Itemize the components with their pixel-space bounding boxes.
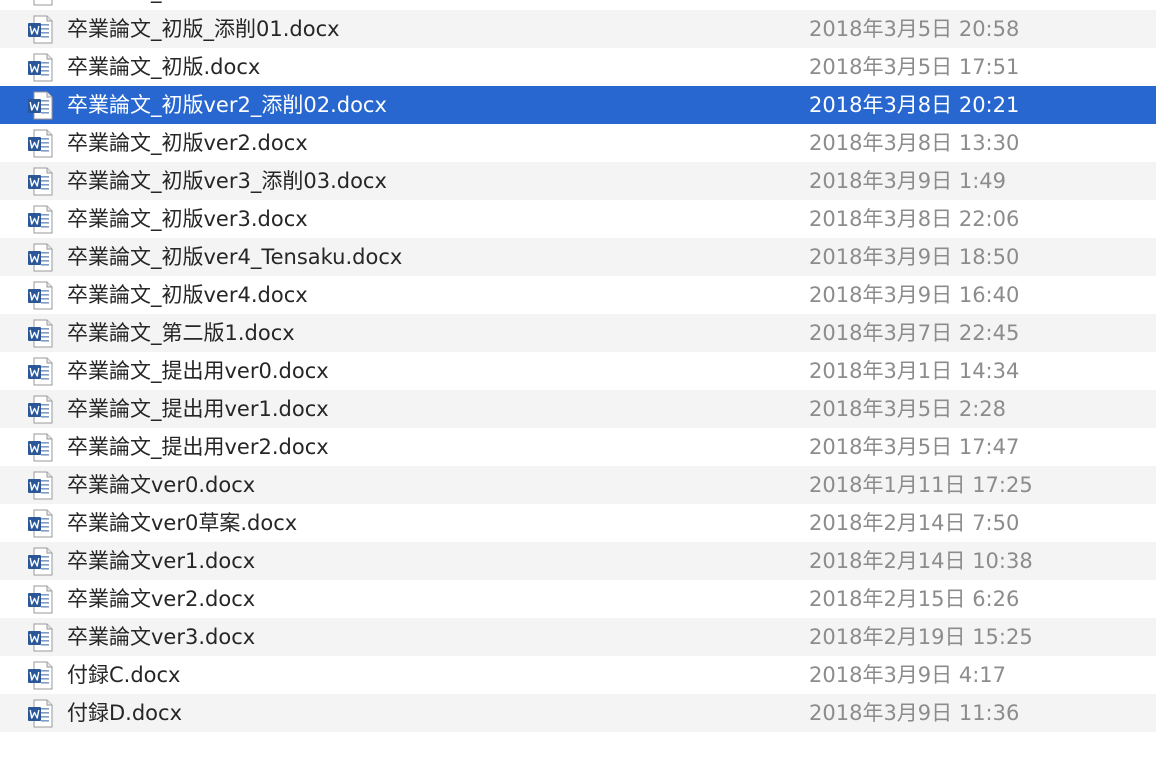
file-name: 付録C.docx (67, 663, 181, 687)
file-row[interactable]: 付録D.docx 2018年3月9日 11:36 (0, 694, 1156, 732)
file-name: 卒業論文_初版_添削01.docx (67, 17, 340, 41)
word-document-icon (28, 433, 53, 462)
file-row[interactable]: 卒業論文_初版ver2_添削02.docx 2018年3月8日 20:21 (0, 86, 1156, 124)
file-row[interactable]: 卒業論文_初版ver3.docx 2018年3月8日 22:06 (0, 200, 1156, 238)
file-row[interactable]: 付録C.docx 2018年3月9日 4:17 (0, 656, 1156, 694)
word-document-icon (28, 509, 53, 538)
file-name: 卒業論文_初版ver4.docx (67, 283, 308, 307)
file-date-modified: 2018年3月9日 4:17 (809, 663, 1006, 687)
file-list: 卒業論文_提出用ver2.docx 2018年3月5日 17:47 卒業論文_初版_… (0, 0, 1156, 770)
word-document-icon (33, 0, 53, 6)
file-date-modified: 2018年3月5日 17:47 (809, 0, 1019, 3)
file-row[interactable]: 卒業論文_提出用ver2.docx 2018年3月5日 17:47 (0, 428, 1156, 466)
file-row[interactable]: 卒業論文_初版_添削01.docx 2018年3月5日 20:58 (0, 10, 1156, 48)
file-date-modified: 2018年3月5日 17:51 (809, 55, 1020, 79)
file-date-modified: 2018年3月8日 13:30 (809, 131, 1020, 155)
file-name: 卒業論文ver0.docx (67, 473, 256, 497)
file-name: 卒業論文_提出用ver0.docx (67, 359, 329, 383)
file-date-modified: 2018年3月5日 2:28 (809, 397, 1006, 421)
word-document-icon (28, 623, 53, 652)
file-name: 卒業論文_提出用ver1.docx (67, 397, 329, 421)
word-document-icon (28, 471, 53, 500)
file-row[interactable]: 卒業論文_初版ver4.docx 2018年3月9日 16:40 (0, 276, 1156, 314)
file-name: 卒業論文_初版ver4_Tensaku.docx (67, 245, 403, 269)
file-name: 卒業論文_初版ver3_添削03.docx (67, 169, 387, 193)
file-date-modified: 2018年3月9日 11:36 (809, 701, 1020, 725)
file-row[interactable]: 卒業論文ver2.docx 2018年2月15日 6:26 (0, 580, 1156, 618)
word-document-icon (28, 661, 53, 690)
file-date-modified: 2018年3月9日 16:40 (809, 283, 1020, 307)
file-row[interactable] (0, 732, 1156, 770)
file-name: 卒業論文_提出用ver2.docx (67, 0, 329, 3)
file-row[interactable]: 卒業論文ver0草案.docx 2018年2月14日 7:50 (0, 504, 1156, 542)
file-row[interactable]: 卒業論文_提出用ver2.docx 2018年3月5日 17:47 (0, 0, 1156, 10)
word-document-icon (28, 53, 53, 82)
word-document-icon (28, 167, 53, 196)
word-document-icon (28, 91, 53, 120)
file-date-modified: 2018年1月11日 17:25 (809, 473, 1033, 497)
word-document-icon (28, 129, 53, 158)
file-date-modified: 2018年3月7日 22:45 (809, 321, 1020, 345)
file-date-modified: 2018年3月8日 22:06 (809, 207, 1020, 231)
file-row[interactable]: 卒業論文_提出用ver0.docx 2018年3月1日 14:34 (0, 352, 1156, 390)
file-date-modified: 2018年2月14日 7:50 (809, 511, 1020, 535)
file-row[interactable]: 卒業論文_初版ver2.docx 2018年3月8日 13:30 (0, 124, 1156, 162)
file-date-modified: 2018年2月15日 6:26 (809, 587, 1020, 611)
word-document-icon (28, 585, 53, 614)
file-name: 卒業論文_第二版1.docx (67, 321, 295, 345)
word-document-icon (28, 281, 53, 310)
file-date-modified: 2018年2月14日 10:38 (809, 549, 1033, 573)
file-name: 卒業論文_初版.docx (67, 55, 261, 79)
word-document-icon (28, 243, 53, 272)
word-document-icon (28, 205, 53, 234)
file-name: 卒業論文ver0草案.docx (67, 511, 298, 535)
file-date-modified: 2018年3月9日 18:50 (809, 245, 1020, 269)
file-name: 卒業論文ver1.docx (67, 549, 256, 573)
file-name: 卒業論文ver3.docx (67, 625, 256, 649)
word-document-icon (28, 15, 53, 44)
file-name: 卒業論文ver2.docx (67, 587, 256, 611)
file-date-modified: 2018年3月1日 14:34 (809, 359, 1020, 383)
file-row[interactable]: 卒業論文_第二版1.docx 2018年3月7日 22:45 (0, 314, 1156, 352)
word-document-icon (28, 699, 53, 728)
file-row[interactable]: 卒業論文ver0.docx 2018年1月11日 17:25 (0, 466, 1156, 504)
file-row[interactable]: 卒業論文_初版ver3_添削03.docx 2018年3月9日 1:49 (0, 162, 1156, 200)
file-date-modified: 2018年3月5日 20:58 (809, 17, 1020, 41)
file-row[interactable]: 卒業論文_初版.docx 2018年3月5日 17:51 (0, 48, 1156, 86)
file-row[interactable]: 卒業論文ver3.docx 2018年2月19日 15:25 (0, 618, 1156, 656)
file-row[interactable]: 卒業論文ver1.docx 2018年2月14日 10:38 (0, 542, 1156, 580)
word-document-icon (28, 357, 53, 386)
file-date-modified: 2018年3月8日 20:21 (809, 93, 1020, 117)
word-document-icon (28, 319, 53, 348)
file-row[interactable]: 卒業論文_初版ver4_Tensaku.docx 2018年3月9日 18:50 (0, 238, 1156, 276)
file-row[interactable]: 卒業論文_提出用ver1.docx 2018年3月5日 2:28 (0, 390, 1156, 428)
word-document-icon (28, 395, 53, 424)
file-date-modified: 2018年2月19日 15:25 (809, 625, 1033, 649)
file-date-modified: 2018年3月5日 17:47 (809, 435, 1020, 459)
file-date-modified: 2018年3月9日 1:49 (809, 169, 1006, 193)
file-name: 付録D.docx (67, 701, 182, 725)
word-document-icon (28, 547, 53, 576)
file-name: 卒業論文_初版ver2_添削02.docx (67, 93, 387, 117)
file-name: 卒業論文_初版ver2.docx (67, 131, 308, 155)
file-name: 卒業論文_初版ver3.docx (67, 207, 308, 231)
file-name: 卒業論文_提出用ver2.docx (67, 435, 329, 459)
